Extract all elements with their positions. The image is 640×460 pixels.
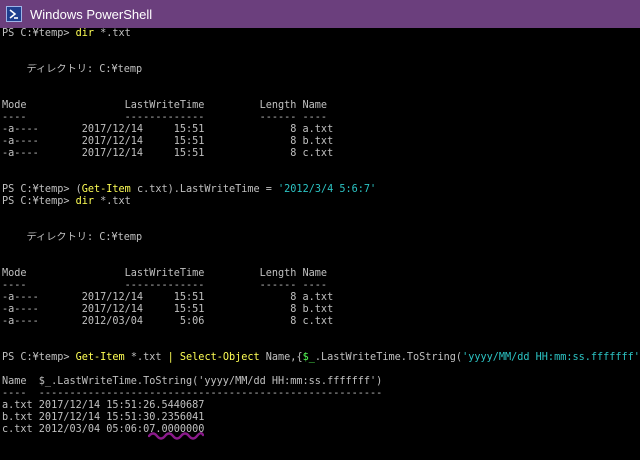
console-segment: Mode LastWriteTime Length Name — [2, 268, 328, 279]
console-segment: PS C:¥temp> — [2, 184, 76, 195]
console-segment: c.txt).LastWriteTime = — [130, 184, 279, 195]
console-line: -a---- 2017/12/14 15:51 8 b.txt — [2, 304, 640, 316]
console-line: Mode LastWriteTime Length Name — [2, 100, 640, 112]
console-segment: Name,{ — [259, 352, 303, 363]
console-segment: dir — [75, 28, 95, 39]
console-line: ディレクトリ: C:¥temp — [2, 232, 640, 244]
console-segment: Select-Object — [179, 352, 260, 363]
console-line: -a---- 2017/12/14 15:51 8 a.txt — [2, 292, 640, 304]
console-segment: -a---- 2017/12/14 15:51 8 b.txt — [2, 304, 334, 315]
console-line: b.txt 2017/12/14 15:51:30.2356041 — [2, 412, 640, 424]
console-segment: -a---- 2017/12/14 15:51 8 b.txt — [2, 136, 334, 147]
window-title: Windows PowerShell — [30, 6, 153, 22]
console-line: c.txt 2012/03/04 05:06:07.0000000 — [2, 424, 640, 436]
console-line: Mode LastWriteTime Length Name — [2, 268, 640, 280]
console-segment: *.txt — [94, 196, 131, 207]
console-output[interactable]: PS C:¥temp> dir *.txt ディレクトリ: C:¥temp Mod… — [2, 28, 640, 460]
console-line: ---- ------------- ------ ---- — [2, 280, 640, 292]
powershell-window[interactable]: Windows PowerShell PS C:¥temp> dir *.txt… — [0, 0, 640, 460]
annotation-squiggle — [148, 432, 204, 440]
console-line: -a---- 2017/12/14 15:51 8 a.txt — [2, 124, 640, 136]
console-segment: Mode LastWriteTime Length Name — [2, 100, 328, 111]
console-line: ---- ------------- ------ ---- — [2, 112, 640, 124]
console-segment: dir — [75, 196, 95, 207]
console-line: -a---- 2017/12/14 15:51 8 b.txt — [2, 136, 640, 148]
console-segment: -a---- 2017/12/14 15:51 8 c.txt — [2, 148, 334, 159]
console-line: -a---- 2012/03/04 5:06 8 c.txt — [2, 316, 640, 328]
console-segment: -a---- 2017/12/14 15:51 8 a.txt — [2, 124, 334, 135]
console-segment: *.txt — [94, 28, 131, 39]
console-line: a.txt 2017/12/14 15:51:26.5440687 — [2, 400, 640, 412]
console-segment: '2012/3/4 5:6:7' — [278, 184, 377, 195]
console-line: ---- -----------------------------------… — [2, 388, 640, 400]
title-bar[interactable]: Windows PowerShell — [0, 0, 640, 28]
console-segment: PS C:¥temp> — [2, 28, 76, 39]
console-segment: $_ — [302, 352, 315, 363]
console-segment: Name $_.LastWriteTime.ToString('yyyy/MM/… — [2, 376, 383, 387]
console-line: PS C:¥temp> Get-Item *.txt | Select-Obje… — [2, 352, 640, 364]
console-line: ディレクトリ: C:¥temp — [2, 64, 640, 76]
console-line: PS C:¥temp> dir *.txt — [2, 196, 640, 208]
console-line: PS C:¥temp> dir *.txt — [2, 28, 640, 40]
console-segment: Get-Item — [75, 352, 125, 363]
console-line: -a---- 2017/12/14 15:51 8 c.txt — [2, 148, 640, 160]
console-segment: 'yyyy/MM/dd HH:mm:ss.fffffff' — [462, 352, 640, 363]
console-segment: .LastWriteTime.ToString( — [314, 352, 463, 363]
console-segment: -a---- 2012/03/04 5:06 8 c.txt — [2, 316, 334, 327]
console-segment: a.txt 2017/12/14 15:51:26.5440687 — [2, 400, 205, 411]
powershell-icon — [6, 6, 22, 22]
console-segment: *.txt — [124, 352, 168, 363]
console-line: Name $_.LastWriteTime.ToString('yyyy/MM/… — [2, 376, 640, 388]
console-segment: ディレクトリ: C:¥temp — [2, 232, 143, 243]
powershell-icon — [9, 9, 18, 19]
console-segment: ---- ------------- ------ ---- — [2, 280, 328, 291]
console-segment: PS C:¥temp> — [2, 196, 76, 207]
console-segment: PS C:¥temp> — [2, 352, 76, 363]
console-segment: Get-Item — [81, 184, 131, 195]
console-segment: ---- ------------- ------ ---- — [2, 112, 328, 123]
console-segment: -a---- 2017/12/14 15:51 8 a.txt — [2, 292, 334, 303]
console-segment: ディレクトリ: C:¥temp — [2, 64, 143, 75]
console-segment: ---- -----------------------------------… — [2, 388, 383, 399]
console-line: PS C:¥temp> (Get-Item c.txt).LastWriteTi… — [2, 184, 640, 196]
console-segment: b.txt 2017/12/14 15:51:30.2356041 — [2, 412, 205, 423]
